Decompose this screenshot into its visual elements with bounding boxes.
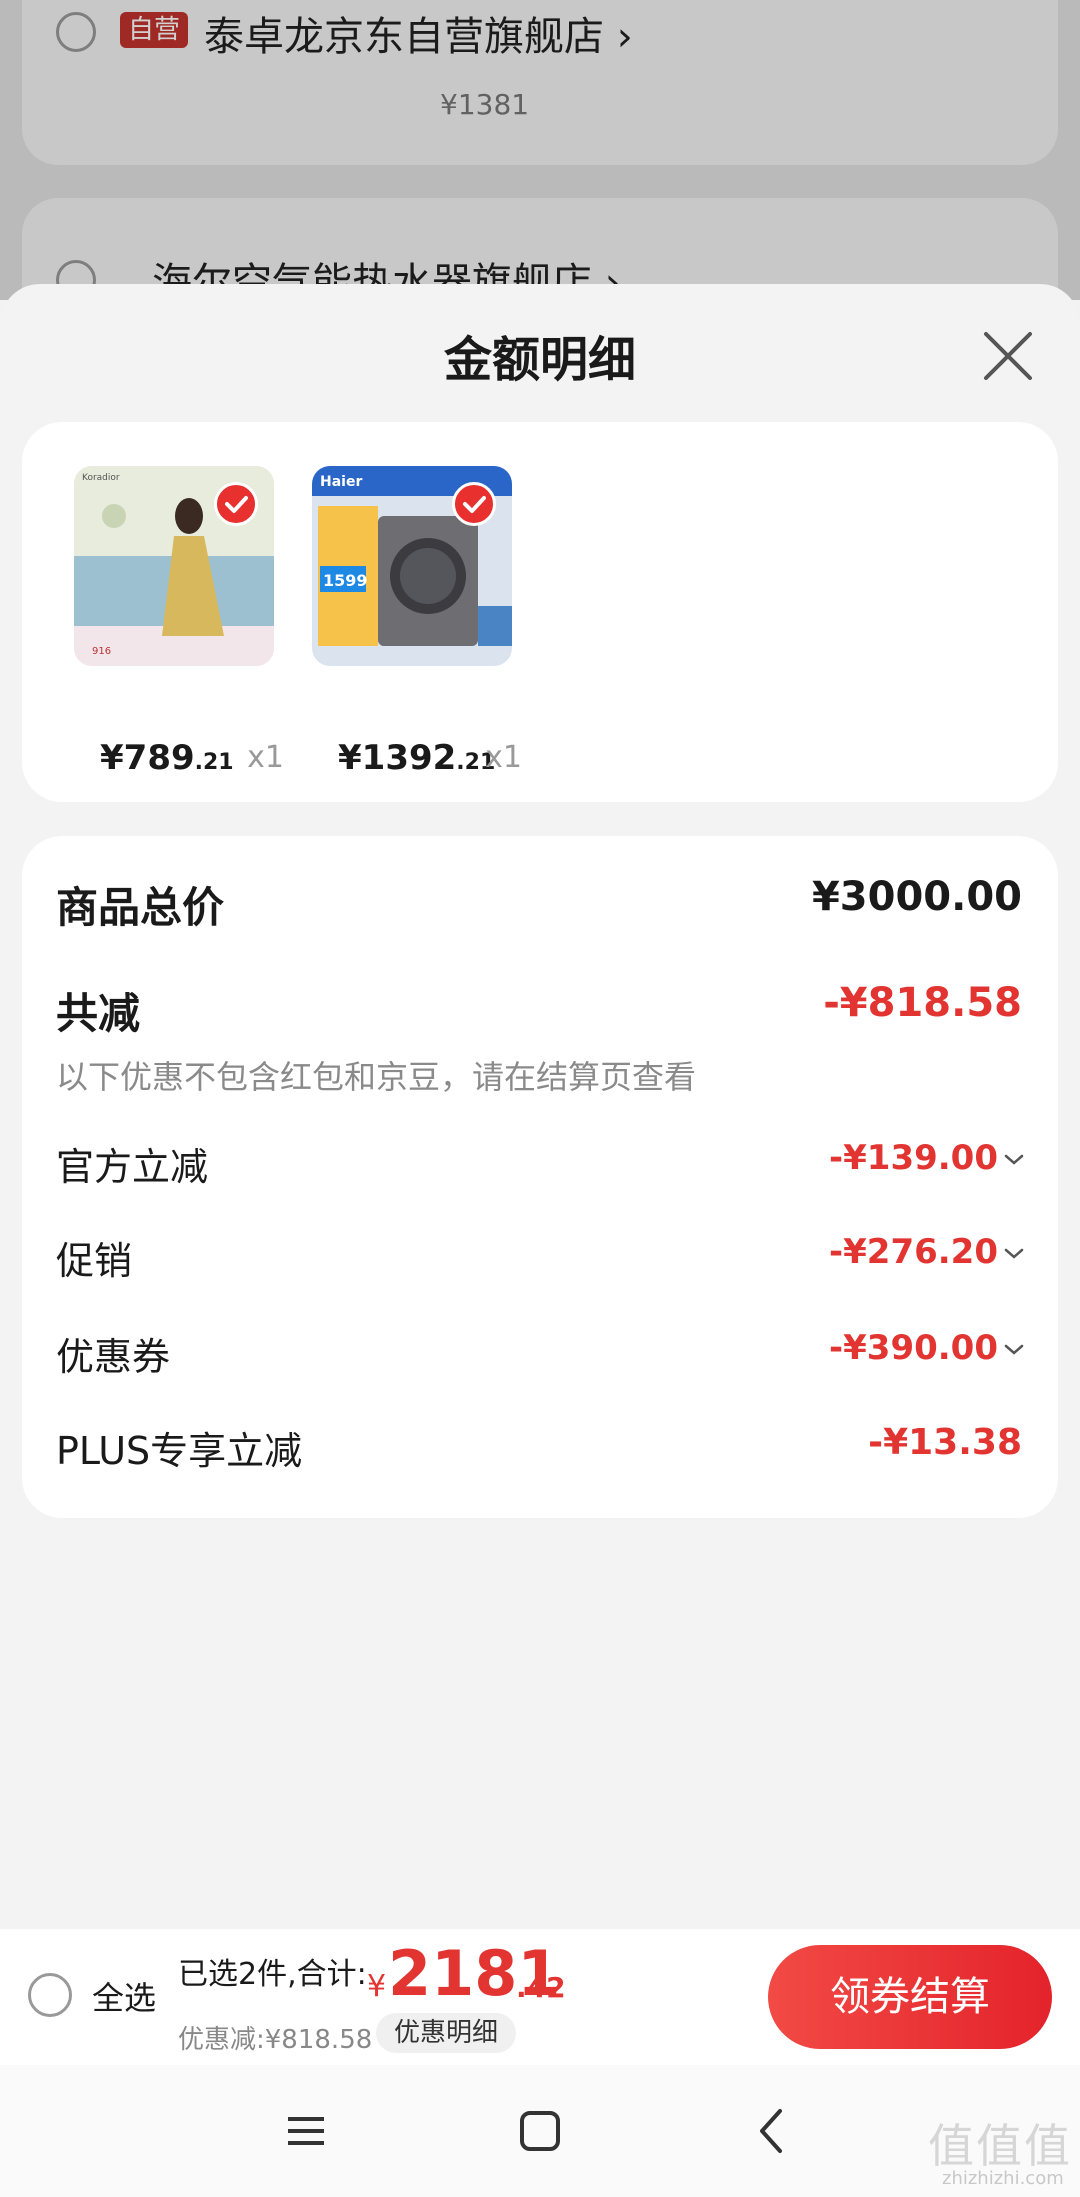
checkout-bar: 全选 已选2件,合计: ¥ 2181 .42 优惠减:¥818.58 优惠明细 … bbox=[0, 1929, 1080, 2065]
total-amount-decimal: .42 bbox=[516, 1971, 566, 2004]
total-reduce-label: 共减 bbox=[56, 989, 141, 1038]
back-icon[interactable] bbox=[746, 2105, 798, 2157]
product-price: ¥789.21 bbox=[100, 738, 234, 778]
goods-total-value: ¥3000.00 bbox=[811, 874, 1022, 920]
promotion-label: 促销 bbox=[56, 1239, 133, 1283]
product-price: ¥1392.21 bbox=[338, 738, 496, 778]
product-price-row: ¥789.21 x1 bbox=[74, 738, 284, 782]
amount-detail-sheet: 金额明细 Koradior 916 ¥789.21 x1 Haier 1599 … bbox=[0, 284, 1080, 1929]
home-icon[interactable] bbox=[514, 2105, 566, 2157]
coupon-value[interactable]: -¥390.00 bbox=[829, 1328, 998, 1368]
plus-reduction-label: PLUS专享立减 bbox=[56, 1429, 303, 1473]
washing-machine-product-image: Haier 1599 bbox=[312, 466, 512, 666]
discount-detail-button[interactable]: 优惠明细 bbox=[376, 2013, 517, 2053]
select-all-label[interactable]: 全选 bbox=[92, 1973, 156, 2019]
product-item[interactable]: Haier 1599 ¥1392.21 x1 bbox=[312, 466, 522, 778]
promotion-value[interactable]: -¥276.20 bbox=[829, 1232, 998, 1272]
menu-icon[interactable] bbox=[280, 2105, 332, 2157]
modal-scrim[interactable] bbox=[0, 0, 1080, 300]
total-currency: ¥ bbox=[367, 1969, 387, 2004]
checkout-button[interactable]: 领券结算 bbox=[768, 1945, 1052, 2049]
chevron-down-icon[interactable] bbox=[1004, 1344, 1024, 1356]
svg-text:1599: 1599 bbox=[323, 571, 368, 590]
select-all-radio[interactable] bbox=[28, 1973, 72, 2017]
svg-text:Haier: Haier bbox=[320, 474, 362, 490]
coupon-label: 优惠券 bbox=[56, 1335, 171, 1379]
amount-breakdown-card: 商品总价 ¥3000.00 共减 -¥818.58 以下优惠不包含红包和京豆，请… bbox=[22, 836, 1058, 1518]
discount-summary: 优惠减:¥818.58 bbox=[178, 2025, 373, 2055]
official-reduction-label: 官方立减 bbox=[56, 1145, 209, 1189]
selected-check-icon bbox=[452, 482, 496, 526]
selection-summary: 已选2件,合计: bbox=[178, 1957, 367, 1992]
chevron-down-icon[interactable] bbox=[1004, 1248, 1024, 1260]
official-reduction-value[interactable]: -¥139.00 bbox=[829, 1138, 998, 1178]
selected-check-icon bbox=[214, 482, 258, 526]
discount-note: 以下优惠不包含红包和京豆，请在结算页查看 bbox=[56, 1058, 697, 1096]
watermark-url: zhizhizhi.com bbox=[942, 2168, 1064, 2189]
dress-model-product-image: Koradior 916 bbox=[74, 466, 274, 666]
product-quantity: x1 bbox=[485, 740, 522, 775]
watermark-logo: 值值值 bbox=[928, 2119, 1072, 2173]
product-item[interactable]: Koradior 916 ¥789.21 x1 bbox=[74, 466, 284, 778]
svg-text:916: 916 bbox=[92, 646, 111, 657]
goods-total-label: 商品总价 bbox=[56, 883, 225, 932]
total-reduce-value: -¥818.58 bbox=[823, 980, 1022, 1026]
selected-products-card: Koradior 916 ¥789.21 x1 Haier 1599 ¥1392… bbox=[22, 422, 1058, 802]
plus-reduction-value: -¥13.38 bbox=[868, 1422, 1022, 1463]
system-navigation-bar bbox=[0, 2065, 1080, 2197]
sheet-title: 金额明细 bbox=[443, 332, 636, 388]
chevron-down-icon[interactable] bbox=[1004, 1154, 1024, 1166]
product-price-row: ¥1392.21 x1 bbox=[312, 738, 522, 782]
close-icon[interactable] bbox=[980, 328, 1036, 384]
background-cart-page: 自营 泰卓龙京东自营旗舰店 › ¥1381 海尔空气能热水器旗舰店 › bbox=[0, 0, 1080, 300]
svg-text:Koradior: Koradior bbox=[82, 473, 120, 483]
product-quantity: x1 bbox=[247, 740, 284, 775]
